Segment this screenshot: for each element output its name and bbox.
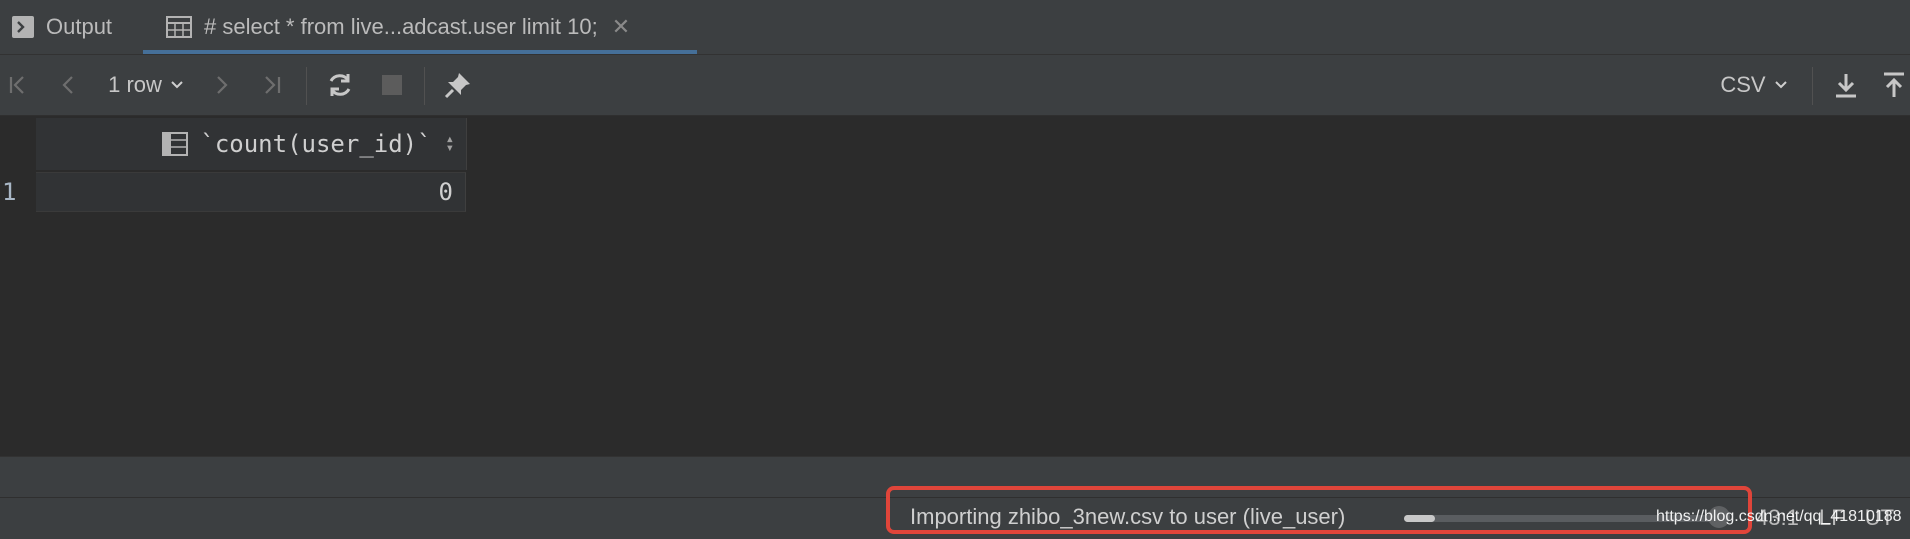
result-toolbar: 1 row CSV bbox=[0, 55, 1910, 116]
toolbar-separator bbox=[424, 67, 425, 105]
rows-count-label: 1 row bbox=[108, 72, 162, 97]
grid-cell[interactable]: 0 bbox=[36, 172, 466, 212]
download-icon[interactable] bbox=[1830, 55, 1862, 115]
row-gutter-header bbox=[0, 118, 36, 170]
export-format-dropdown[interactable]: CSV bbox=[1716, 55, 1792, 115]
active-tab-indicator bbox=[143, 50, 697, 54]
last-page-icon[interactable] bbox=[256, 55, 288, 115]
sort-icon[interactable]: ▴ ▾ bbox=[446, 132, 454, 155]
previous-page-icon[interactable] bbox=[52, 55, 84, 115]
rows-count-dropdown[interactable]: 1 row bbox=[100, 55, 192, 115]
table-icon bbox=[166, 16, 192, 38]
tab-output-label: Output bbox=[46, 14, 113, 39]
console-icon bbox=[12, 16, 34, 38]
grid-header: `count(user_id)` ▴ ▾ bbox=[36, 118, 467, 170]
tab-output[interactable]: Output bbox=[12, 0, 112, 54]
chevron-down-icon bbox=[171, 81, 183, 89]
stop-icon[interactable] bbox=[376, 55, 408, 115]
refresh-icon[interactable] bbox=[322, 55, 358, 115]
column-icon bbox=[162, 132, 189, 156]
tool-window-tab-bar: Output # select * from live...adcast.use… bbox=[0, 0, 1910, 55]
column-header-label: `count(user_id)` bbox=[200, 130, 432, 158]
next-page-icon[interactable] bbox=[206, 55, 238, 115]
chevron-down-icon bbox=[1774, 81, 1787, 89]
pin-tab-icon[interactable] bbox=[440, 55, 476, 115]
upload-icon[interactable] bbox=[1878, 55, 1910, 115]
watermark-text: https://blog.csdn.net/qq_41810188 bbox=[1656, 508, 1902, 525]
tab-query-label: # select * from live...adcast.user limit… bbox=[204, 14, 598, 39]
export-format-label: CSV bbox=[1720, 72, 1766, 97]
toolbar-separator bbox=[306, 67, 307, 105]
toolbar-separator bbox=[1812, 67, 1813, 105]
close-icon[interactable]: ✕ bbox=[612, 14, 630, 40]
column-header[interactable]: `count(user_id)` ▴ ▾ bbox=[162, 118, 454, 170]
tab-query-result[interactable]: # select * from live...adcast.user limit… bbox=[166, 0, 630, 54]
row-number: 1 bbox=[2, 178, 17, 206]
first-page-icon[interactable] bbox=[2, 55, 34, 115]
annotation-highlight-box bbox=[886, 486, 1752, 534]
